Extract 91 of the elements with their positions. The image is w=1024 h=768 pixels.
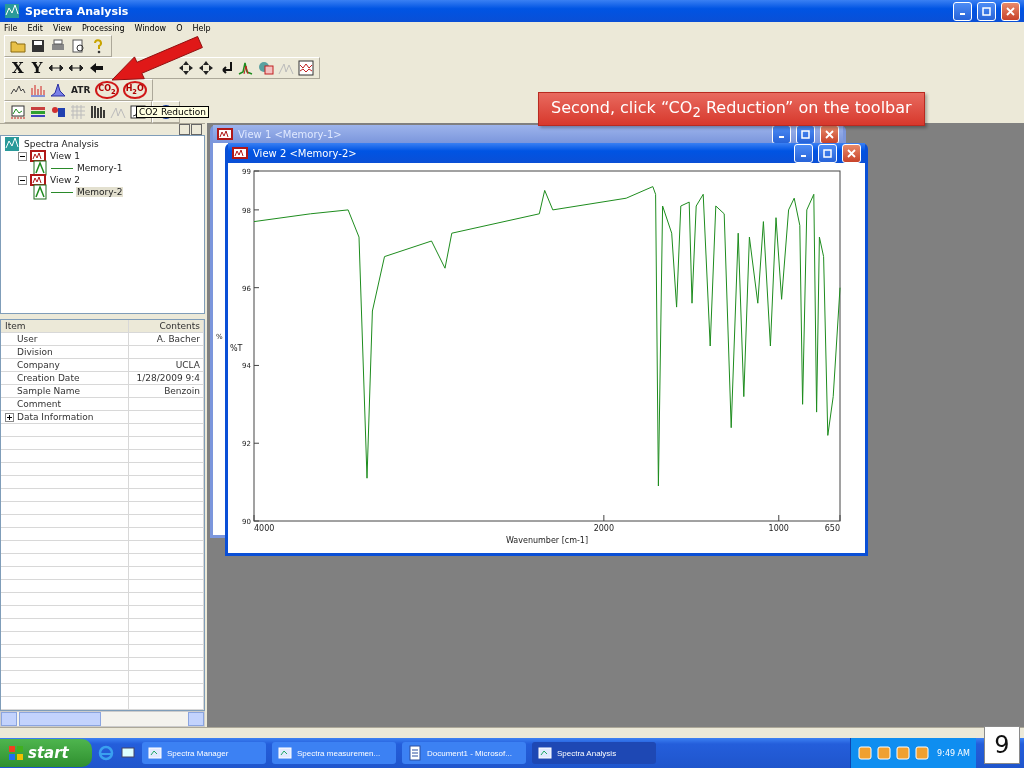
table-cell: Benzoin bbox=[164, 386, 200, 396]
menu-item[interactable]: View bbox=[52, 24, 72, 33]
tray-icon[interactable] bbox=[876, 745, 893, 761]
callout: Second, click “CO$_{2}$ Reduction” on the toolbar bbox=[538, 92, 925, 127]
tray-icon[interactable] bbox=[895, 745, 912, 761]
window-title: View 2 <Memory-2> bbox=[253, 147, 357, 159]
axis-title: Wavenumber [cm-1] bbox=[505, 536, 589, 545]
menu-item[interactable]: O bbox=[176, 24, 183, 33]
tick-label: 2000 bbox=[593, 524, 615, 533]
correction-button[interactable]: ATR bbox=[70, 81, 92, 99]
tree-item[interactable]: View 2 bbox=[49, 175, 81, 185]
memory-icon bbox=[32, 184, 48, 200]
menu-item[interactable]: File bbox=[4, 24, 18, 33]
table-cell: Sample Name bbox=[17, 386, 81, 396]
axis-button[interactable]: X bbox=[10, 59, 26, 77]
table-cell: Company bbox=[17, 360, 60, 370]
tick-label: 1000 bbox=[768, 524, 789, 533]
app-icon bbox=[4, 3, 20, 19]
close-icon bbox=[825, 129, 834, 139]
tree-item[interactable]: Spectra Analysis bbox=[23, 139, 100, 149]
minimize-button[interactable] bbox=[794, 143, 813, 163]
collapse-icon[interactable] bbox=[18, 151, 27, 161]
program-icon bbox=[147, 745, 163, 761]
maximize-button[interactable] bbox=[977, 1, 996, 21]
maximize-button[interactable] bbox=[818, 143, 837, 163]
bars-icon[interactable] bbox=[90, 104, 106, 120]
overlay-icon[interactable] bbox=[258, 60, 275, 76]
taskbar-button[interactable]: Spectra Analysis bbox=[532, 742, 656, 764]
window-title: View 1 <Memory-1> bbox=[238, 128, 342, 140]
tree-item[interactable]: View 1 bbox=[49, 151, 81, 161]
trace-line-icon bbox=[51, 167, 73, 169]
chart-icon[interactable] bbox=[298, 60, 315, 76]
maximize-icon bbox=[823, 148, 832, 158]
axis-title: %T bbox=[230, 344, 243, 353]
maximize-icon bbox=[801, 129, 810, 139]
tick-label: 4000 bbox=[254, 524, 275, 533]
preview-icon[interactable] bbox=[70, 38, 86, 54]
program-icon bbox=[537, 745, 553, 761]
table-cell: Division bbox=[17, 347, 53, 357]
desktop-icon[interactable] bbox=[120, 745, 136, 761]
move-icon[interactable] bbox=[198, 60, 215, 76]
memory-icon bbox=[32, 160, 48, 176]
peak-icon[interactable] bbox=[238, 60, 255, 76]
column-header[interactable]: Contents bbox=[129, 320, 204, 332]
trace-line-icon bbox=[51, 191, 73, 193]
expand-icon[interactable] bbox=[5, 412, 14, 422]
move-icon[interactable] bbox=[178, 60, 195, 76]
menu-item[interactable]: Processing bbox=[81, 24, 125, 33]
axis-button[interactable]: Y bbox=[29, 59, 45, 77]
tooltip: CO2 Reduction bbox=[136, 106, 209, 118]
slide-number: 9 bbox=[984, 726, 1020, 764]
view-icon bbox=[217, 126, 233, 142]
window-title: Spectra Analysis bbox=[25, 4, 129, 18]
table-cell: User bbox=[17, 334, 38, 344]
close-button[interactable] bbox=[191, 124, 202, 135]
tick-label: 650 bbox=[824, 524, 840, 533]
table-cell: UCLA bbox=[175, 360, 200, 370]
close-icon bbox=[847, 148, 856, 158]
view-icon bbox=[232, 145, 248, 161]
tray-icon[interactable] bbox=[914, 745, 931, 761]
tree-item[interactable]: Memory-1 bbox=[76, 163, 124, 173]
taskbar-button[interactable]: Spectra measuremen... bbox=[272, 742, 396, 764]
program-icon bbox=[277, 745, 293, 761]
maximize-icon bbox=[982, 6, 991, 16]
tree-item[interactable]: Memory-2 bbox=[76, 187, 124, 197]
taskbar-button[interactable]: Spectra Manager bbox=[142, 742, 266, 764]
document-icon bbox=[407, 745, 423, 761]
save-icon[interactable] bbox=[30, 38, 46, 54]
peak-area-icon[interactable] bbox=[50, 82, 66, 98]
windows-logo-icon bbox=[8, 745, 24, 761]
table-cell: 1/28/2009 9:4 bbox=[136, 373, 200, 383]
collapse-icon[interactable] bbox=[18, 175, 27, 185]
table-cell: Creation Date bbox=[17, 373, 80, 383]
table-cell: Data Information bbox=[17, 412, 94, 422]
close-icon bbox=[1006, 6, 1015, 16]
left-arrow-icon[interactable] bbox=[88, 60, 105, 76]
horizontal-scrollbar[interactable] bbox=[0, 711, 205, 727]
menu-item[interactable]: Help bbox=[192, 24, 211, 33]
table-cell: Comment bbox=[17, 399, 62, 409]
baseline-icon[interactable] bbox=[10, 104, 26, 120]
c13-icon[interactable] bbox=[50, 104, 66, 120]
bands-icon[interactable] bbox=[30, 104, 46, 120]
table-cell: A. Bacher bbox=[156, 334, 200, 344]
tray-icon[interactable] bbox=[857, 745, 874, 761]
minimize-button[interactable] bbox=[953, 1, 972, 21]
menu-item[interactable]: Edit bbox=[27, 24, 43, 33]
restore-button[interactable] bbox=[179, 124, 190, 135]
taskbar-button[interactable]: Document1 - Microsof... bbox=[402, 742, 526, 764]
clock: 9:49 AM bbox=[937, 748, 970, 758]
menu-item[interactable]: Window bbox=[134, 24, 167, 33]
column-header[interactable]: Item bbox=[1, 320, 129, 332]
